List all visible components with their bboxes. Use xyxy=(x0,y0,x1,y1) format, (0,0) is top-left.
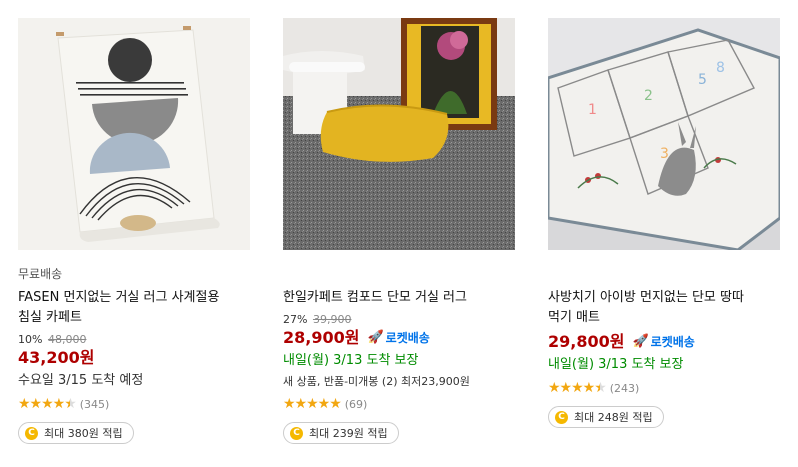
discount-row: 27% 39,900 xyxy=(283,313,515,327)
delivery-info: 내일(월) 3/13 도착 보장 xyxy=(283,353,419,368)
rocket-delivery-badge: 🚀 로켓배송 xyxy=(367,327,429,349)
sale-price-row: 28,900원 🚀 로켓배송 xyxy=(283,327,515,349)
points-badge: C 최대 239원 적립 xyxy=(283,422,399,444)
svg-text:5: 5 xyxy=(698,72,707,88)
rocket-delivery-badge: 🚀 로켓배송 xyxy=(632,331,694,353)
rating-row: ★★★★★ (345) xyxy=(18,394,250,414)
product-title-line: FASEN 먼지없는 거실 러그 사계절용 xyxy=(18,290,220,305)
free-shipping-label: 무료배송 xyxy=(18,267,63,281)
rocket-icon: 🚀 xyxy=(367,330,384,345)
star-rating-icon: ★★★★★ xyxy=(548,380,607,396)
rating-row: ★★★★★ (69) xyxy=(283,394,515,414)
rocket-label: 로켓배송 xyxy=(385,331,430,345)
discount-row: 10% 48,000 xyxy=(18,333,250,347)
product-image[interactable]: 1 2 5 3 8 xyxy=(548,18,780,250)
product-card[interactable]: 한일카페트 컴포드 단모 거실 러그 27% 39,900 28,900원 🚀 … xyxy=(283,18,515,444)
product-title-line: 먹기 매트 xyxy=(548,310,600,325)
points-label: 최대 248원 적립 xyxy=(574,411,653,424)
original-price: 39,900 xyxy=(312,313,352,326)
abstract-rug-image xyxy=(18,18,250,250)
gray-carpet-image xyxy=(283,18,515,250)
points-label: 최대 380원 적립 xyxy=(44,427,123,440)
rocket-icon: 🚀 xyxy=(632,334,649,349)
delivery-info: 내일(월) 3/13 도착 보장 xyxy=(548,357,684,372)
star-rating-icon: ★★★★★ xyxy=(18,396,77,412)
hopscotch-mat-image: 1 2 5 3 8 xyxy=(548,18,780,250)
star-rating-icon: ★★★★★ xyxy=(283,396,342,412)
coin-icon: C xyxy=(25,426,38,440)
svg-text:8: 8 xyxy=(716,60,725,76)
coin-icon: C xyxy=(555,410,568,424)
delivery-info: 수요일 3/15 도착 예정 xyxy=(18,373,144,388)
product-card[interactable]: 1 2 5 3 8 사방치기 아이방 먼지없는 단모 땅따 먹기 매트 29,8… xyxy=(548,18,780,428)
product-image[interactable] xyxy=(283,18,515,250)
sale-price: 29,800원 xyxy=(548,332,625,351)
other-offers-link[interactable]: 새 상품, 반품-미개봉 (2) 최저23,900원 xyxy=(283,373,515,391)
product-card[interactable]: 무료배송 FASEN 먼지없는 거실 러그 사계절용 침실 카페트 10% 48… xyxy=(18,18,250,444)
product-grid: 무료배송 FASEN 먼지없는 거실 러그 사계절용 침실 카페트 10% 48… xyxy=(0,0,798,467)
points-label: 최대 239원 적립 xyxy=(309,427,388,440)
product-image[interactable] xyxy=(18,18,250,250)
review-count: (345) xyxy=(79,397,110,411)
rocket-label: 로켓배송 xyxy=(650,335,695,349)
product-title-line: 침실 카페트 xyxy=(18,310,82,325)
product-title-line: 한일카페트 컴포드 단모 거실 러그 xyxy=(283,290,467,305)
product-title-line: 사방치기 아이방 먼지없는 단모 땅따 xyxy=(548,290,744,305)
sale-price: 28,900원 xyxy=(283,328,360,347)
discount-rate: 10% xyxy=(18,333,43,346)
discount-rate: 27% xyxy=(283,313,308,326)
svg-text:2: 2 xyxy=(644,88,653,104)
product-title[interactable]: 사방치기 아이방 먼지없는 단모 땅따 먹기 매트 xyxy=(548,288,780,328)
sale-price-row: 29,800원 🚀 로켓배송 xyxy=(548,331,780,353)
sale-price: 43,200원 xyxy=(18,348,95,367)
product-title[interactable]: FASEN 먼지없는 거실 러그 사계절용 침실 카페트 xyxy=(18,288,250,328)
review-count: (243) xyxy=(609,381,640,395)
sale-price-row: 43,200원 xyxy=(18,347,250,369)
rating-row: ★★★★★ (243) xyxy=(548,378,780,398)
coin-icon: C xyxy=(290,426,303,440)
original-price: 48,000 xyxy=(47,333,87,346)
points-badge: C 최대 380원 적립 xyxy=(18,422,134,444)
product-title[interactable]: 한일카페트 컴포드 단모 거실 러그 xyxy=(283,288,515,308)
svg-text:1: 1 xyxy=(588,102,597,118)
points-badge: C 최대 248원 적립 xyxy=(548,406,664,428)
review-count: (69) xyxy=(344,397,368,411)
